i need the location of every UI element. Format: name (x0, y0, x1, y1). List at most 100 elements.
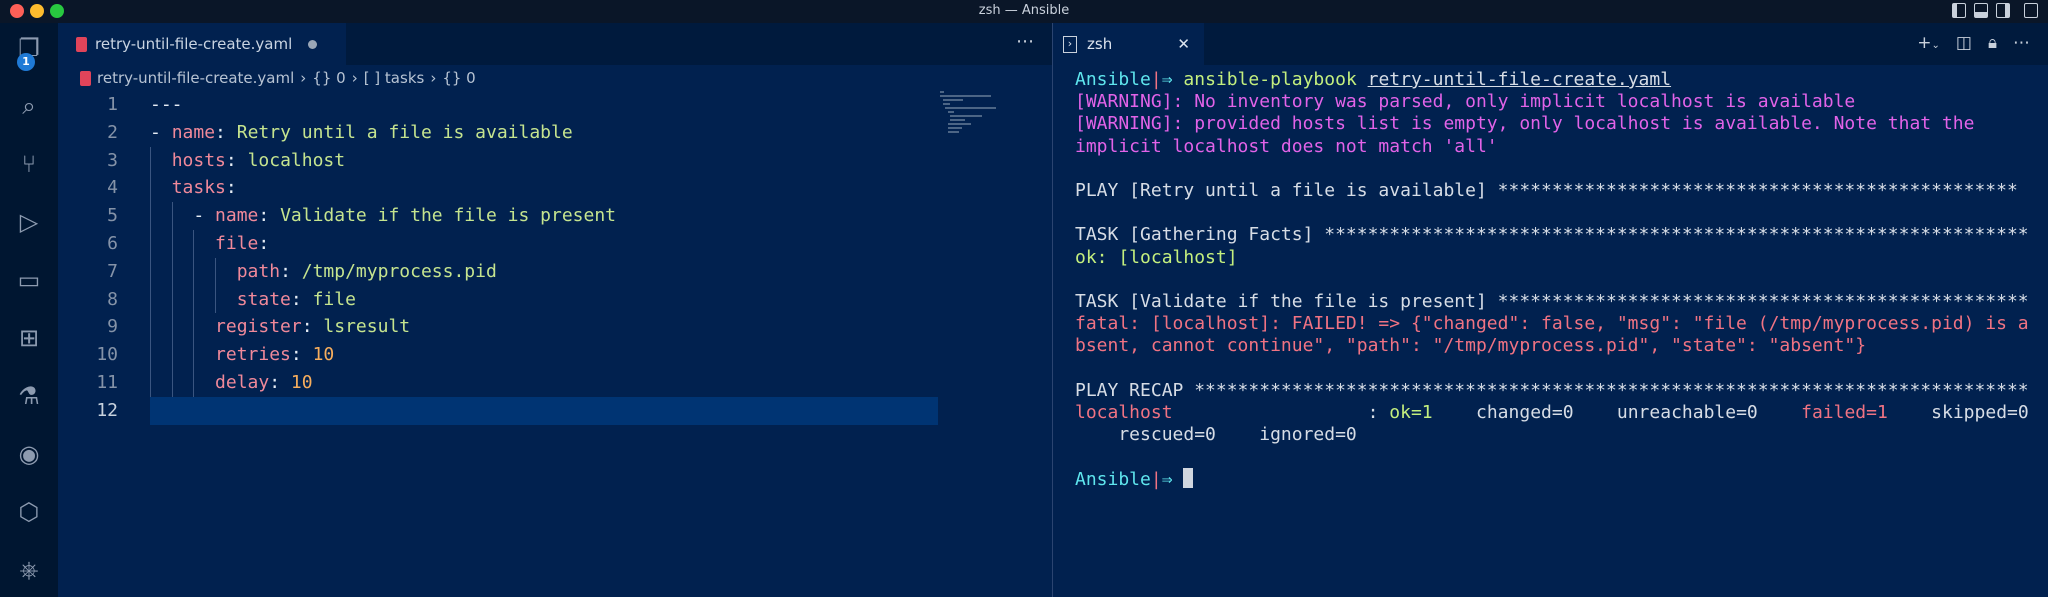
terminal-text: : (1172, 401, 1390, 423)
terminal-text: TASK [Validate if the file is present] *… (1075, 290, 2029, 312)
terminal-line: [WARNING]: provided hosts list is empty,… (1075, 113, 2029, 135)
code-text: - name: Validate if the file is present (150, 202, 616, 230)
terminal-line: PLAY [Retry until a file is available] *… (1075, 180, 2029, 202)
editor-tab-bar: retry-until-file-create.yaml ⋯ (58, 23, 1052, 65)
code-token: : (269, 372, 291, 393)
minimap-line (945, 107, 996, 109)
code-line[interactable]: 7 path: /tmp/myprocess.pid (58, 258, 938, 286)
code-line[interactable]: 6 file: (58, 230, 938, 258)
terminal-line: Ansible|⇒ ansible-playbook retry-until-f… (1075, 69, 2029, 91)
indent-guide (215, 257, 217, 314)
editor-tab-label: retry-until-file-create.yaml (95, 35, 293, 53)
code-token: : (301, 316, 324, 338)
minimap-line (947, 123, 972, 125)
code-token: retries (215, 344, 291, 366)
yaml-file-icon (80, 70, 91, 86)
code-line[interactable]: 1 --- (58, 91, 938, 119)
more-actions-icon[interactable]: ⋯ (2013, 33, 2030, 53)
testing-icon[interactable]: ⚗ (12, 379, 46, 413)
source-control-icon[interactable]: ⑂ (12, 147, 46, 181)
breadcrumb-item[interactable]: {} 0 (442, 69, 475, 87)
search-icon[interactable]: ⌕ (12, 89, 46, 123)
toggle-secondary-sidebar-icon[interactable] (1996, 3, 2010, 18)
remote-explorer-icon[interactable]: ▭ (12, 263, 46, 297)
code-line[interactable]: 11 delay: 10 (58, 369, 938, 397)
code-line[interactable]: 2 - name: Retry until a file is available (58, 119, 938, 147)
unsaved-dot-icon[interactable] (308, 39, 318, 49)
code-line[interactable]: 12 (58, 396, 938, 425)
code-token: 10 (312, 344, 335, 366)
breadcrumb-item[interactable]: {} 0 (312, 69, 345, 87)
close-tab-icon[interactable]: ✕ (1177, 35, 1190, 53)
new-terminal-icon[interactable]: +⌄ (1917, 33, 1940, 53)
terminal-output[interactable]: Ansible|⇒ ansible-playbook retry-until-f… (1075, 69, 2029, 491)
code-token: state (236, 288, 291, 310)
yaml-file-icon (76, 36, 87, 52)
terminal-tab[interactable]: › zsh ✕ (1053, 23, 1204, 65)
editor-group: retry-until-file-create.yaml ⋯ retry-unt… (58, 23, 1052, 597)
more-actions-icon[interactable]: ⋯ (1016, 31, 1034, 52)
deploy-icon[interactable]: ⬡ (12, 495, 46, 529)
code-token: path (236, 260, 281, 282)
terminal-text: ok=1 (1389, 401, 1433, 423)
breadcrumb-item[interactable]: retry-until-file-create.yaml (97, 69, 294, 87)
line-number: 1 (107, 94, 118, 115)
code-token: lsresult (323, 316, 411, 338)
code-line[interactable]: 8 state: file (58, 286, 938, 314)
code-line[interactable]: 5 - name: Validate if the file is presen… (58, 202, 938, 230)
code-token: tasks (171, 177, 226, 199)
terminal-text: ansible-playbook (1183, 69, 1368, 90)
toggle-panel-icon[interactable] (1974, 3, 1988, 18)
line-number: 6 (107, 233, 118, 254)
minimap-line (950, 115, 982, 117)
terminal-line: PLAY RECAP *****************************… (1075, 380, 2029, 402)
code-text: retries: 10 (150, 341, 334, 369)
terminal-line: localhost : ok=1 changed=0 unreachable=0… (1075, 402, 2029, 424)
split-editor-icon[interactable]: ◫ (1956, 33, 1972, 53)
window-title: zsh — Ansible (978, 3, 1070, 18)
customize-layout-icon[interactable] (2024, 3, 2038, 18)
minimap-line (947, 127, 963, 129)
chevron-right-icon: › (351, 69, 358, 87)
extensions-icon[interactable]: ⊞ (12, 321, 46, 355)
terminal-text: ⇒ (1161, 469, 1184, 491)
code-token: /tmp/myprocess.pid (301, 260, 497, 282)
terminal-text: | (1150, 69, 1162, 90)
code-text: hosts: localhost (150, 147, 345, 175)
terminal-line: implicit localhost does not match 'all' (1075, 136, 2029, 158)
code-token: 10 (290, 372, 313, 393)
github-icon[interactable]: ◉ (12, 437, 46, 471)
code-text: register: lsresult (150, 313, 410, 341)
minimap-line (947, 111, 955, 113)
code-line[interactable]: 9 register: lsresult (58, 313, 938, 341)
code-token: --- (150, 94, 183, 115)
terminal-text: bsent, cannot continue", "path": "/tmp/m… (1075, 335, 1867, 357)
terminal-text: implicit localhost does not match 'all' (1075, 135, 1498, 157)
lock-icon[interactable]: 🔒︎ (1988, 33, 1997, 53)
terminal-cursor (1183, 468, 1194, 489)
code-text: tasks: (150, 174, 237, 202)
editor-tab[interactable]: retry-until-file-create.yaml (58, 23, 346, 65)
code-token: Validate if the file is present (280, 205, 617, 227)
code-token: : (290, 344, 313, 366)
code-line[interactable]: 10 retries: 10 (58, 341, 938, 369)
code-token: file (215, 233, 259, 254)
breadcrumb-item[interactable]: [ ] tasks (364, 69, 425, 87)
code-line[interactable]: 4 tasks: (58, 174, 938, 202)
code-line[interactable]: 3 hosts: localhost (58, 147, 938, 175)
terminal-text: ⇒ (1161, 69, 1184, 90)
code-token: Retry until a file is available (236, 121, 573, 143)
code-token: : (225, 177, 237, 199)
code-token: name (171, 121, 216, 143)
toggle-primary-sidebar-icon[interactable] (1952, 3, 1966, 18)
terminal-text: skipped=0 (1887, 401, 2029, 423)
minimap-line (942, 99, 964, 101)
code-token: name (215, 205, 259, 227)
run-debug-icon[interactable]: ▷ (12, 205, 46, 239)
breadcrumb: retry-until-file-create.yaml › {} 0 › [ ] … (80, 69, 476, 87)
minimap[interactable] (940, 91, 1030, 151)
kubernetes-icon[interactable]: ⎈ (12, 553, 46, 587)
title-bar: zsh — Ansible (0, 0, 2048, 23)
